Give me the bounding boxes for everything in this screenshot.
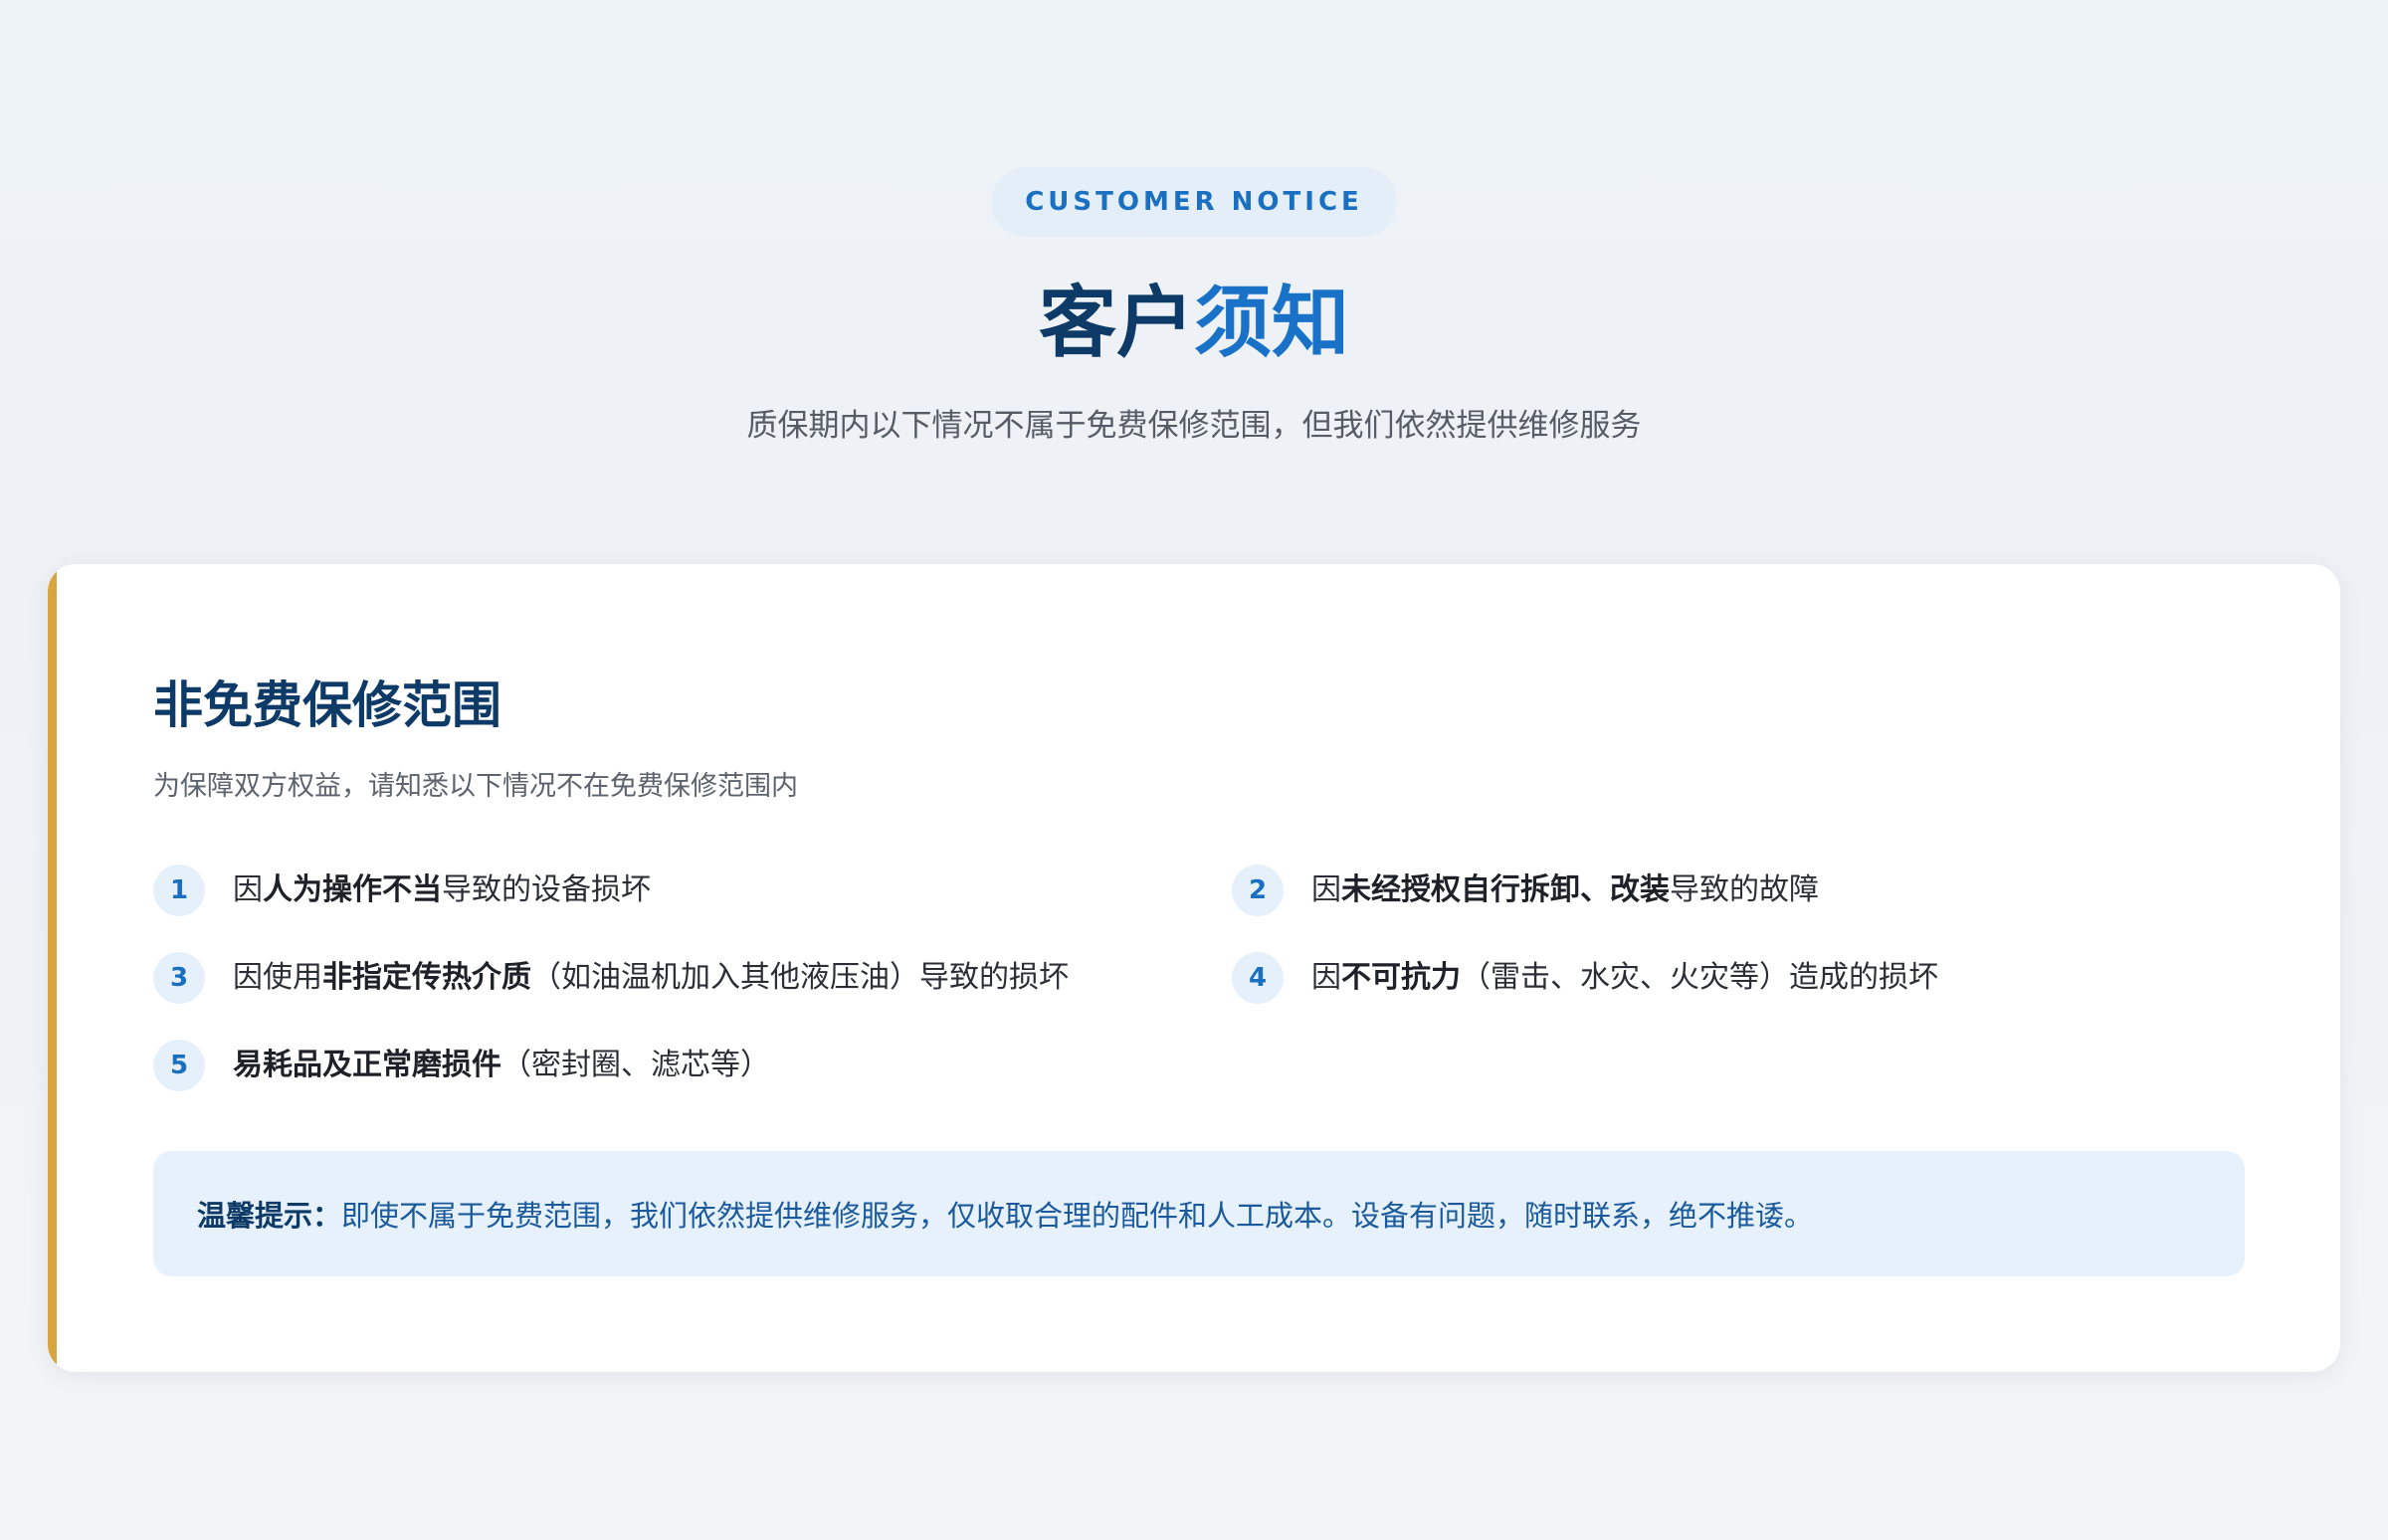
item-text-bold: 人为操作不当 bbox=[263, 872, 442, 907]
item-text-pre: 因使用 bbox=[233, 960, 322, 995]
page-subtitle: 质保期内以下情况不属于免费保修范围，但我们依然提供维修服务 bbox=[746, 408, 1642, 444]
page-title: 客户须知 bbox=[0, 269, 2388, 378]
item-text-pre: 因 bbox=[233, 872, 263, 907]
customer-notice-badge: CUSTOMER NOTICE bbox=[991, 167, 1397, 237]
item-text-post: （雷击、水灾、火灾等）造成的损坏 bbox=[1461, 960, 1938, 995]
card-accent-bar bbox=[48, 564, 57, 1372]
title-accent: 须知 bbox=[1194, 279, 1350, 368]
item-text-bold: 易耗品及正常磨损件 bbox=[233, 1048, 501, 1082]
exclusion-item-5: 5 易耗品及正常磨损件（密封圈、滤芯等） bbox=[153, 1038, 770, 1093]
exclusion-item-1: 1 因人为操作不当导致的设备损坏 bbox=[153, 863, 651, 918]
item-number-badge: 5 bbox=[153, 1040, 205, 1091]
item-number-badge: 1 bbox=[153, 865, 205, 916]
item-text-post: （如油温机加入其他液压油）导致的损坏 bbox=[531, 960, 1069, 995]
item-text-post: 导致的故障 bbox=[1670, 872, 1819, 907]
exclusion-item-4: 4 因不可抗力（雷击、水灾、火灾等）造成的损坏 bbox=[1232, 950, 1938, 1006]
tip-text: 即使不属于免费范围，我们依然提供维修服务，仅收取合理的配件和人工成本。设备有问题… bbox=[341, 1199, 1814, 1233]
item-text-pre: 因 bbox=[1311, 960, 1341, 995]
item-text-bold: 未经授权自行拆卸、改装 bbox=[1341, 872, 1670, 907]
item-text-post: 导致的设备损坏 bbox=[442, 872, 651, 907]
exclusion-item-2: 2 因未经授权自行拆卸、改装导致的故障 bbox=[1232, 863, 1819, 918]
warranty-exclusions-card: 非免费保修范围 为保障双方权益，请知悉以下情况不在免费保修范围内 1 因人为操作… bbox=[48, 564, 2340, 1372]
item-text-pre: 因 bbox=[1311, 872, 1341, 907]
item-number-badge: 3 bbox=[153, 952, 205, 1004]
item-text-post: （密封圈、滤芯等） bbox=[501, 1048, 770, 1082]
item-text: 因未经授权自行拆卸、改装导致的故障 bbox=[1311, 863, 1819, 918]
item-text: 易耗品及正常磨损件（密封圈、滤芯等） bbox=[233, 1038, 770, 1093]
item-text: 因不可抗力（雷击、水灾、火灾等）造成的损坏 bbox=[1311, 950, 1938, 1006]
item-number-badge: 4 bbox=[1232, 952, 1284, 1004]
item-number-badge: 2 bbox=[1232, 865, 1284, 916]
item-text-bold: 非指定传热介质 bbox=[322, 960, 531, 995]
item-text-bold: 不可抗力 bbox=[1341, 960, 1461, 995]
card-title: 非免费保修范围 bbox=[153, 676, 501, 734]
exclusion-item-3: 3 因使用非指定传热介质（如油温机加入其他液压油）导致的损坏 bbox=[153, 950, 1069, 1006]
card-subtitle: 为保障双方权益，请知悉以下情况不在免费保修范围内 bbox=[153, 771, 798, 802]
item-text: 因人为操作不当导致的设备损坏 bbox=[233, 863, 651, 918]
title-main: 客户 bbox=[1038, 279, 1194, 368]
warm-tip-box: 温馨提示： 即使不属于免费范围，我们依然提供维修服务，仅收取合理的配件和人工成本… bbox=[153, 1151, 2245, 1276]
item-text: 因使用非指定传热介质（如油温机加入其他液压油）导致的损坏 bbox=[233, 950, 1069, 1006]
tip-label: 温馨提示： bbox=[197, 1199, 342, 1233]
